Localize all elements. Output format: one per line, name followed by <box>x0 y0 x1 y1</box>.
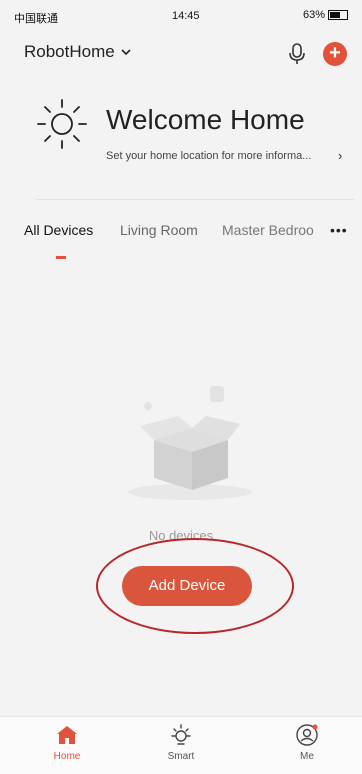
chevron-right-icon[interactable]: › <box>338 148 342 163</box>
empty-box-illustration <box>128 386 252 500</box>
tab-master-bedroom[interactable]: Master Bedroo <box>222 222 314 238</box>
tabbar-home-label: Home <box>53 751 81 762</box>
tabbar-home[interactable]: Home <box>32 723 102 762</box>
home-selector[interactable]: RobotHome <box>24 42 131 62</box>
room-tabs: All Devices Living Room Master Bedroo ••… <box>0 222 362 262</box>
more-tabs-button[interactable]: ••• <box>330 222 348 238</box>
status-bar: 中国联通 14:45 63% <box>0 0 362 30</box>
smart-sun-icon <box>171 724 191 745</box>
welcome-title: Welcome Home <box>106 104 305 135</box>
carrier-label: 中国联通 <box>14 13 58 25</box>
welcome-card[interactable]: Welcome Home Set your home location for … <box>24 92 354 184</box>
divider <box>36 199 354 200</box>
battery-indicator: 63% <box>303 9 348 21</box>
app-header: RobotHome + <box>0 30 362 76</box>
bottom-tab-bar: Home Smart Me <box>0 716 362 774</box>
microphone-icon[interactable] <box>288 42 306 66</box>
home-icon <box>57 726 77 744</box>
clock: 14:45 <box>172 10 200 22</box>
welcome-subtitle: Set your home location for more informa.… <box>106 150 312 162</box>
sun-icon <box>37 99 87 149</box>
tabbar-me-label: Me <box>300 751 314 762</box>
tabbar-smart[interactable]: Smart <box>146 723 216 762</box>
empty-state-message: No devices <box>148 528 214 543</box>
home-name: RobotHome <box>24 42 115 61</box>
tab-living-room[interactable]: Living Room <box>120 222 198 238</box>
active-tab-indicator <box>56 256 66 259</box>
battery-fill <box>330 12 341 18</box>
battery-percent: 63% <box>302 9 325 21</box>
battery-icon <box>328 10 348 20</box>
profile-icon <box>296 724 318 746</box>
tabbar-me[interactable]: Me <box>272 723 342 762</box>
plus-circle-icon[interactable]: + <box>323 42 347 66</box>
chevron-down-icon <box>121 48 131 55</box>
tab-all-devices[interactable]: All Devices <box>24 222 93 238</box>
tabbar-smart-label: Smart <box>167 751 195 762</box>
add-device-button[interactable]: Add Device <box>122 566 252 606</box>
